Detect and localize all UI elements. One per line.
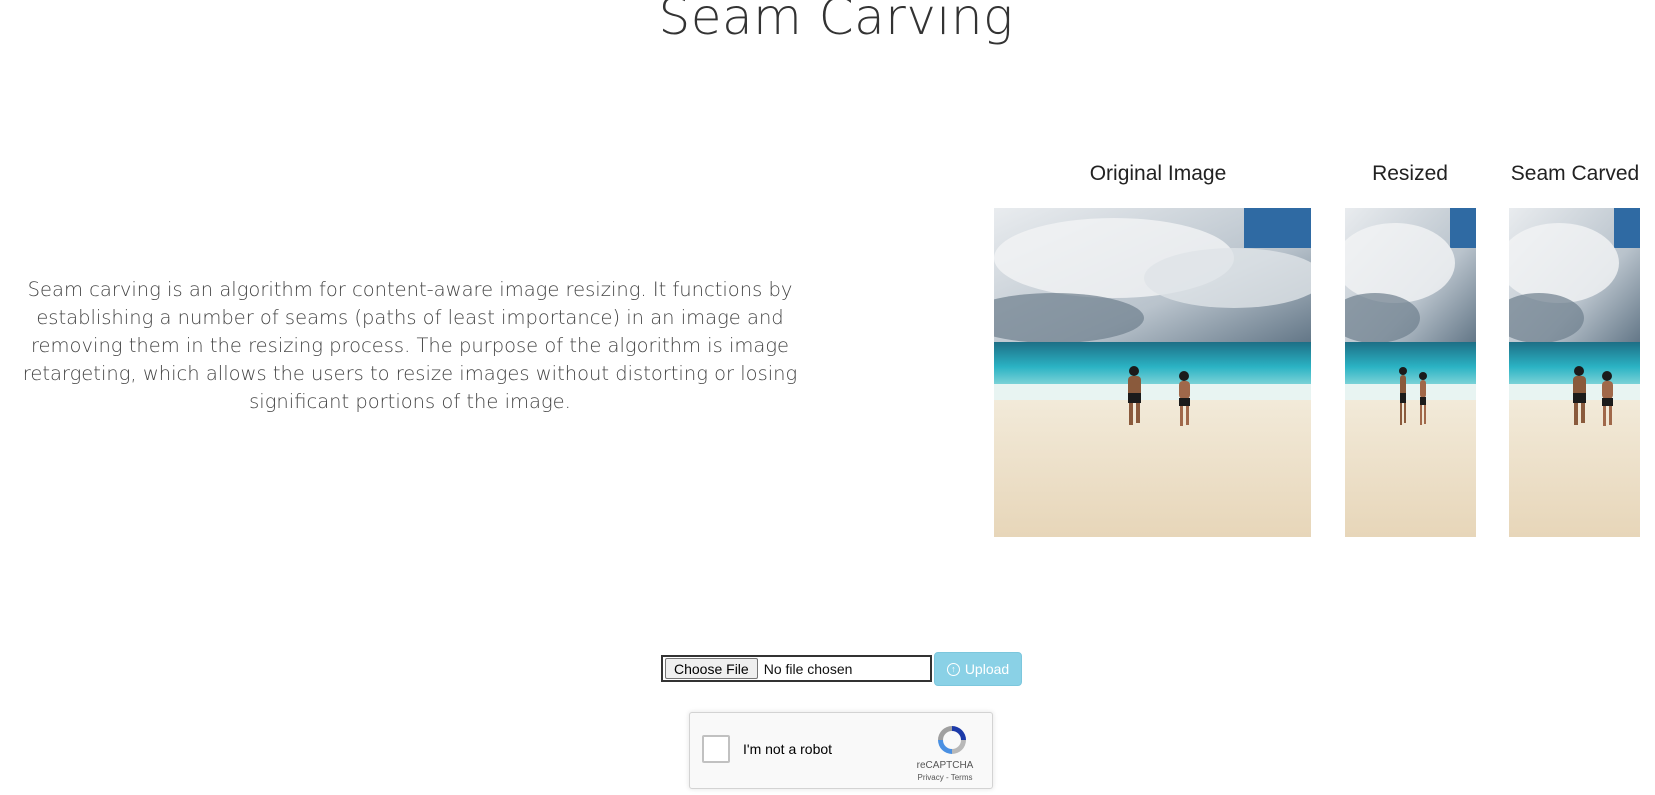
recaptcha-checkbox[interactable] — [702, 735, 730, 763]
file-input[interactable]: Choose File No file chosen — [661, 655, 932, 682]
page-title: Seam Carving — [658, 0, 1014, 46]
original-image-label: Original Image — [1089, 162, 1227, 185]
resized-image — [1345, 208, 1476, 537]
recaptcha-label: I'm not a robot — [743, 741, 833, 757]
seam-carved-image-label: Seam Carved — [1510, 162, 1640, 185]
original-image — [994, 208, 1311, 537]
recaptcha-links[interactable]: Privacy - Terms — [905, 773, 985, 782]
seam-carved-image — [1509, 208, 1640, 537]
recaptcha-widget: I'm not a robot reCAPTCHA Privacy - Term… — [689, 712, 993, 789]
choose-file-button[interactable]: Choose File — [665, 658, 758, 679]
description-text: Seam carving is an algorithm for content… — [22, 278, 798, 413]
upload-button-label: Upload — [964, 661, 1010, 677]
resized-image-label: Resized — [1372, 162, 1448, 185]
recaptcha-logo-icon — [938, 726, 966, 754]
file-status-text: No file chosen — [763, 660, 853, 677]
upload-button[interactable]: ↑ Upload — [934, 652, 1022, 686]
recaptcha-brand: reCAPTCHA — [916, 760, 974, 771]
upload-arrow-icon: ↑ — [946, 662, 960, 676]
